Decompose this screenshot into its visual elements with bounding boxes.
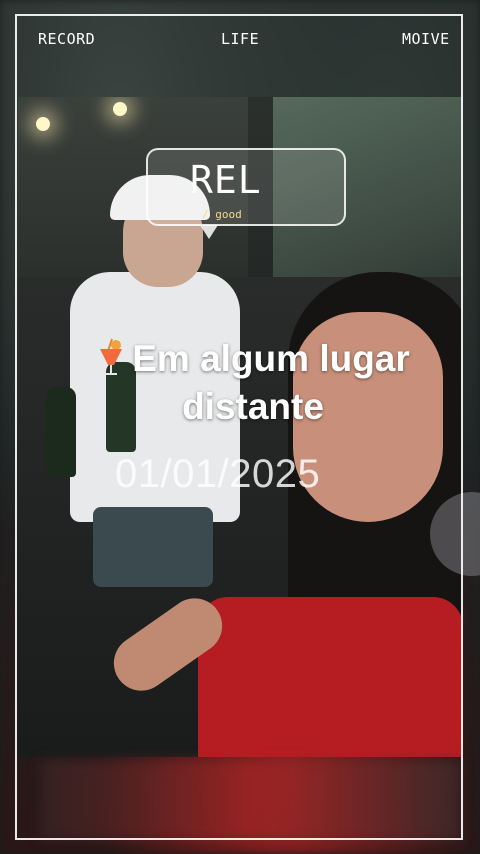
street-light (113, 102, 127, 116)
speech-bubble-tail (200, 225, 218, 239)
story-screen: RECORD LIFE MOIVE REL / good Em algum lu… (0, 0, 480, 854)
person-left-shorts (93, 507, 213, 587)
moive-label: MOIVE (402, 30, 450, 48)
record-label: RECORD (38, 30, 96, 48)
speech-bubble: REL / good (146, 148, 346, 226)
bubble-subtitle: / good (202, 208, 242, 221)
person-right-dress (198, 597, 463, 757)
bubble-title: REL (190, 158, 262, 202)
caption: Em algum lugar distante (48, 335, 458, 431)
street-light (36, 117, 50, 131)
caption-text-1: Em algum lugar (132, 338, 410, 379)
caption-date: 01/01/2025 (115, 452, 321, 496)
life-label: LIFE (221, 30, 260, 48)
caption-text-2: distante (182, 386, 324, 427)
caption-line-1: Em algum lugar (48, 335, 458, 383)
tropical-drink-icon (100, 338, 123, 375)
blurred-bottom-strip (40, 760, 460, 840)
